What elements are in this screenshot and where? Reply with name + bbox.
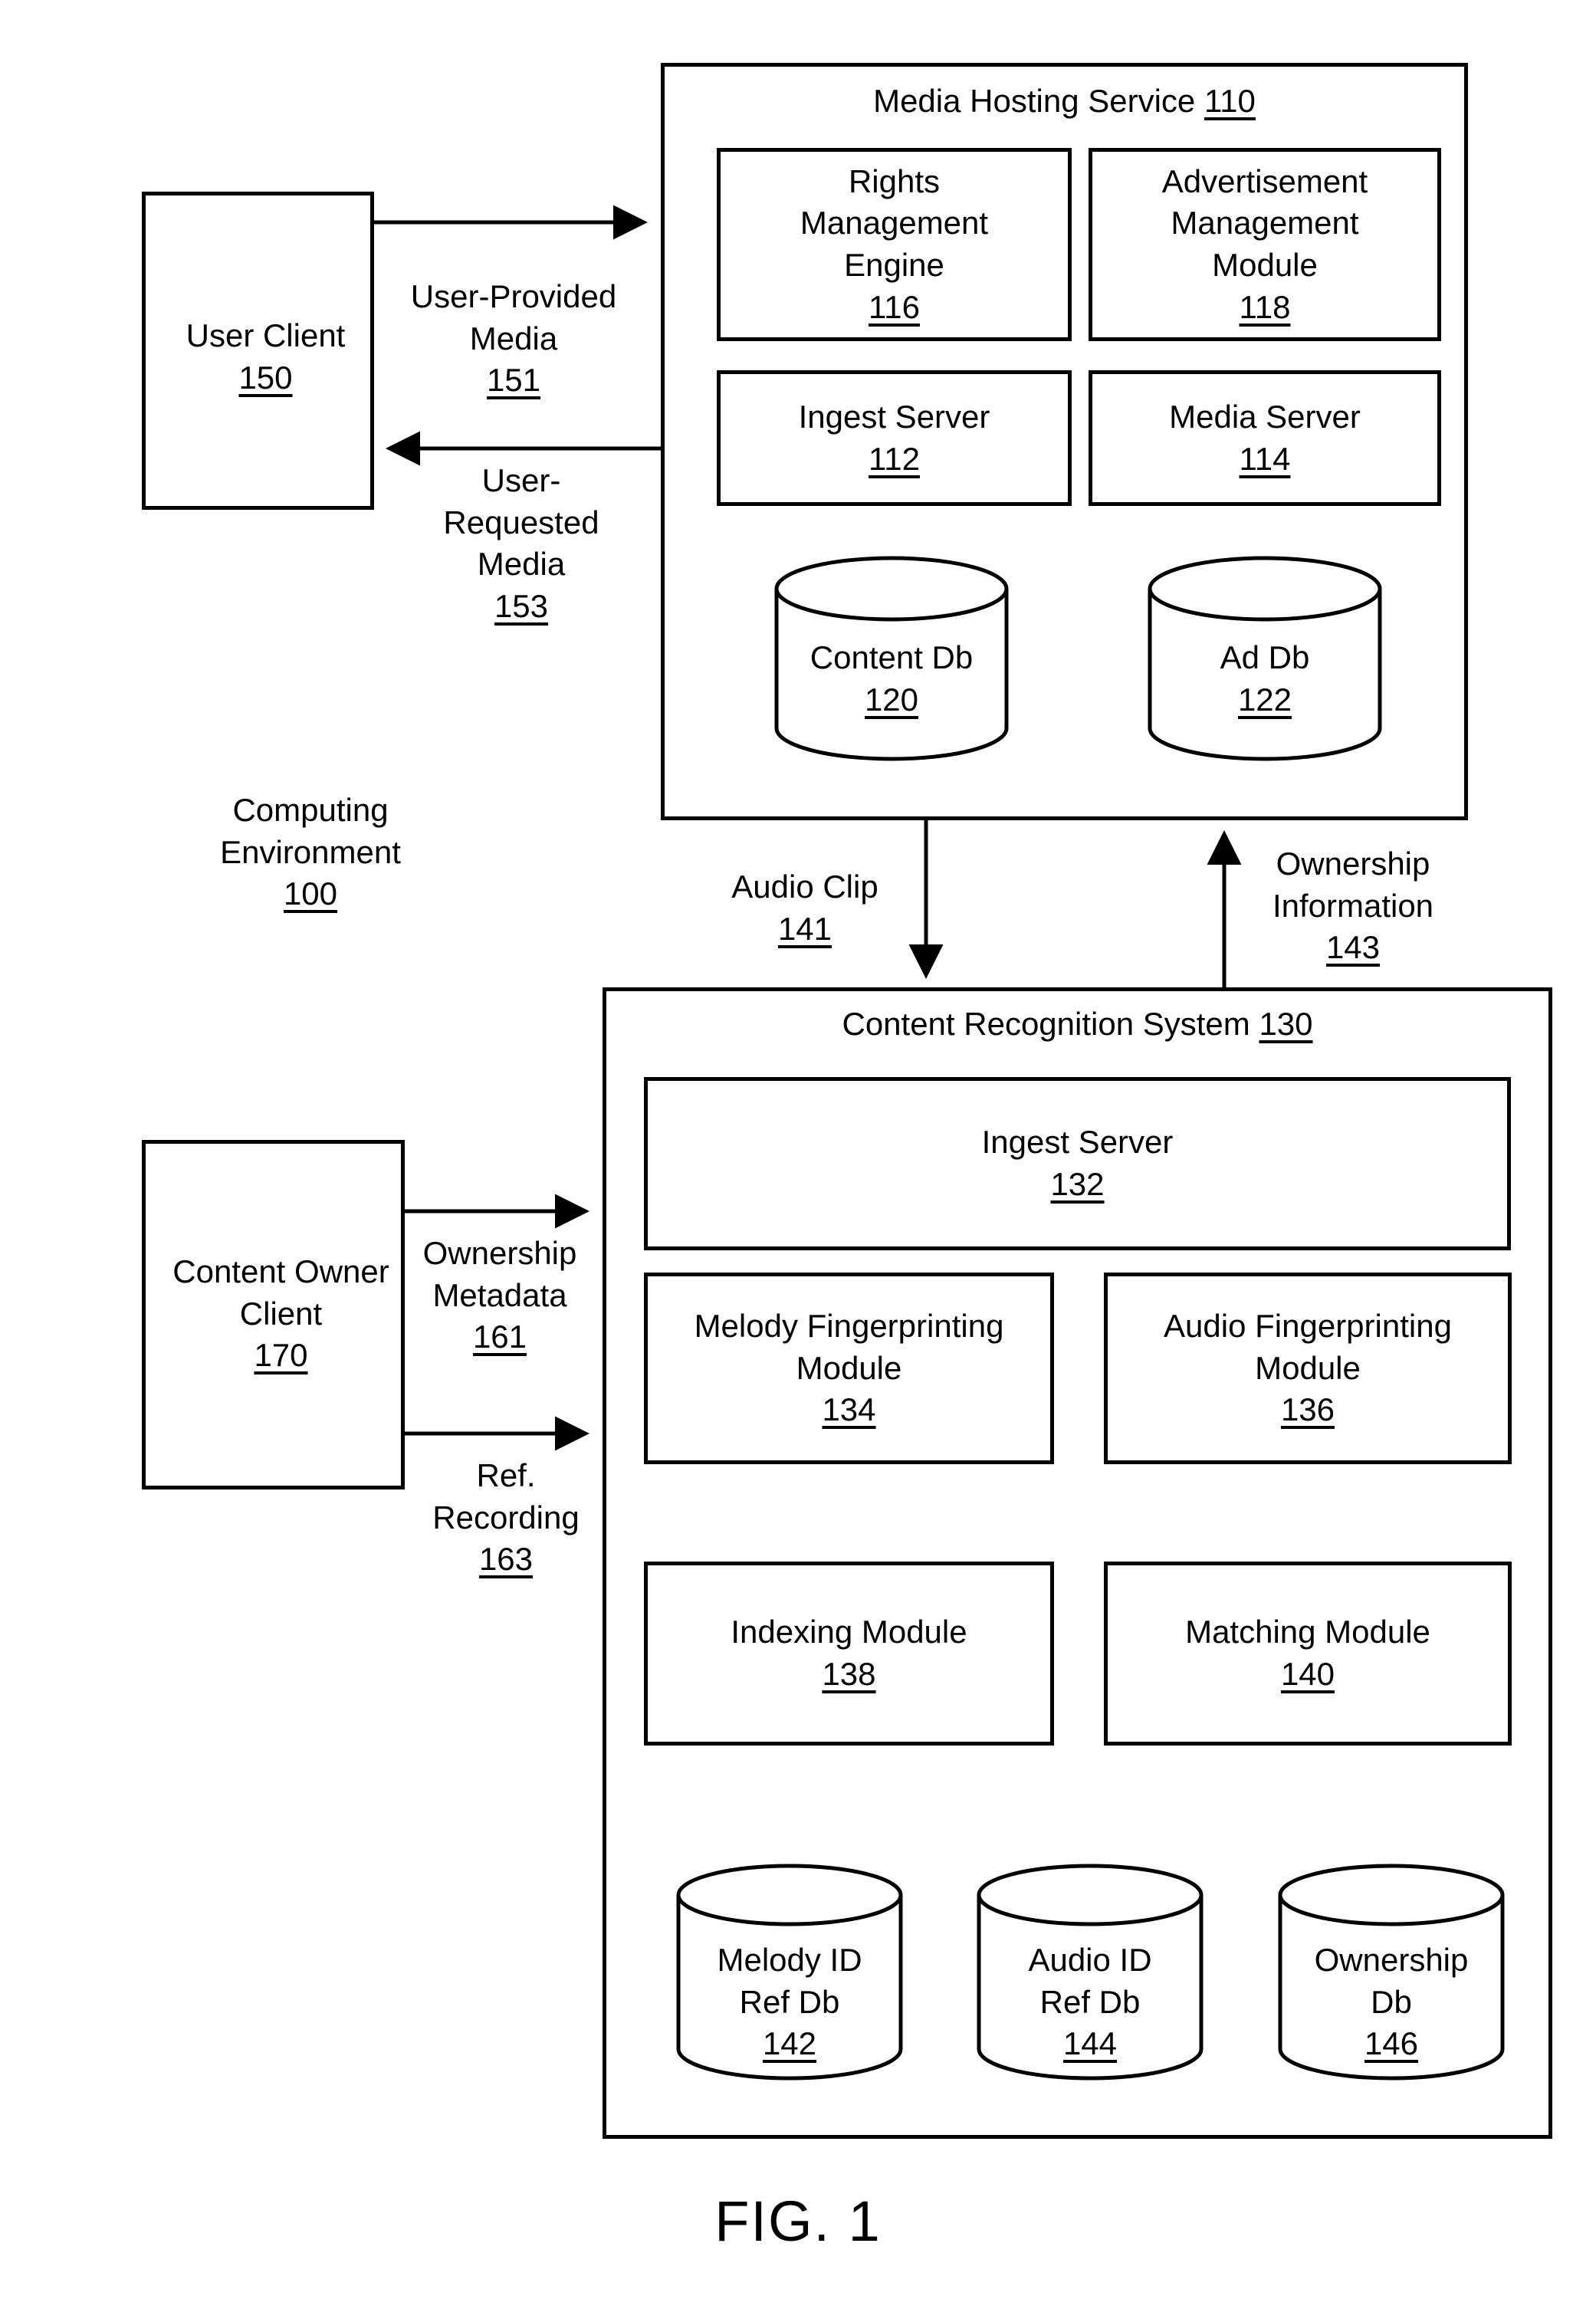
env-number: 100 [283,875,338,912]
env-line2: Environment [220,833,401,870]
rights-management-engine-box[interactable]: Rights Management Engine 116 [717,148,1072,341]
amm-number: 118 [1239,288,1291,325]
flow-153-line1: User- [481,462,561,498]
mfm-line2: Module [796,1349,902,1386]
flow-153-line3: Media [477,546,566,583]
audio-id-ref-db-cylinder[interactable]: Audio ID Ref Db 144 [975,1863,1205,2081]
afm-line2: Module [1255,1349,1361,1386]
flow-143-line1: Ownership [1276,846,1430,882]
flow-label-ownership-metadata: Ownership Metadata 161 [392,1233,607,1358]
user-client-label: User Client [186,317,346,353]
indexing-module-box[interactable]: Indexing Module 138 [644,1562,1054,1746]
matching-module-box[interactable]: Matching Module 140 [1104,1562,1512,1746]
media-server-line1: Media Server [1169,398,1361,435]
flow-143-number: 143 [1325,929,1381,966]
ownership-db-cylinder[interactable]: Ownership Db 146 [1276,1863,1506,2081]
user-client-box[interactable]: User Client 150 [142,192,374,510]
flow-151-line2: Media [469,320,558,356]
flow-label-user-provided-media: User-Provided Media 151 [387,276,640,402]
media-hosting-service-title: Media Hosting Service 110 [661,83,1468,120]
afm-number: 136 [1280,1391,1335,1428]
crs-ingest-number: 132 [1050,1166,1105,1202]
ad-db-cylinder[interactable]: Ad Db 122 [1146,554,1384,763]
rme-line3: Engine [844,247,944,283]
flow-153-number: 153 [494,587,549,624]
content-db-cylinder[interactable]: Content Db 120 [773,554,1010,763]
matching-number: 140 [1280,1656,1335,1692]
amm-line3: Module [1212,247,1318,283]
flow-151-number: 151 [486,362,541,399]
flow-label-audio-clip: Audio Clip 141 [698,866,912,950]
afm-line1: Audio Fingerprinting [1164,1308,1452,1345]
media-server-box[interactable]: Media Server 114 [1089,370,1441,506]
content-owner-client-box[interactable]: Content Owner Client 170 [142,1140,405,1489]
crs-ingest-line1: Ingest Server [981,1124,1174,1161]
coc-line2: Client [239,1295,323,1332]
amm-line1: Advertisement [1161,163,1368,199]
mhs-title-text: Media Hosting Service [873,83,1196,119]
flow-163-line1: Ref. [476,1457,536,1493]
flow-161-line1: Ownership [422,1235,577,1271]
mhs-ingest-number: 112 [869,440,920,477]
melody-fingerprinting-module-box[interactable]: Melody Fingerprinting Module 134 [644,1273,1054,1464]
flow-label-ownership-information: Ownership Information 143 [1238,843,1468,969]
crs-title-number: 130 [1259,1006,1313,1042]
flow-141-line1: Audio Clip [731,869,878,905]
figure-canvas: User Client 150 User-Provided Media 151 … [0,0,1596,2322]
mfm-number: 134 [822,1391,876,1428]
content-recognition-system-title: Content Recognition System 130 [603,1006,1552,1043]
flow-153-line2: Requested [443,504,599,540]
figure-caption: FIG. 1 [714,2189,882,2253]
flow-143-line2: Information [1272,887,1434,924]
media-server-number: 114 [1239,440,1291,477]
flow-151-line1: User-Provided [410,278,617,314]
flow-163-number: 163 [478,1541,534,1578]
rme-line1: Rights [848,163,941,199]
env-line1: Computing [232,792,389,828]
flow-141-number: 141 [777,910,832,947]
melody-id-ref-db-cylinder[interactable]: Melody ID Ref Db 142 [675,1863,905,2081]
coc-line1: Content Owner [172,1253,389,1289]
computing-environment-label: Computing Environment 100 [176,790,445,915]
amm-line2: Management [1171,205,1359,241]
flow-label-user-requested-media: User- Requested Media 153 [399,460,644,627]
crs-title-text: Content Recognition System [842,1006,1250,1042]
audio-fingerprinting-module-box[interactable]: Audio Fingerprinting Module 136 [1104,1273,1512,1464]
flow-163-line2: Recording [432,1499,580,1535]
coc-number: 170 [254,1337,308,1374]
mhs-ingest-line1: Ingest Server [798,398,990,435]
indexing-number: 138 [822,1656,876,1692]
mhs-title-number: 110 [1204,83,1256,119]
advertisement-management-module-box[interactable]: Advertisement Management Module 118 [1089,148,1441,341]
flow-label-ref-recording: Ref. Recording 163 [399,1455,613,1581]
user-client-number: 150 [238,359,293,396]
crs-ingest-server-box[interactable]: Ingest Server 132 [644,1077,1511,1250]
matching-line1: Matching Module [1185,1614,1430,1650]
flow-161-number: 161 [472,1319,527,1355]
mfm-line1: Melody Fingerprinting [694,1308,1004,1345]
rme-number: 116 [869,288,920,325]
rme-line2: Management [800,205,989,241]
mhs-ingest-server-box[interactable]: Ingest Server 112 [717,370,1072,506]
flow-161-line2: Metadata [432,1276,567,1313]
indexing-line1: Indexing Module [731,1614,967,1650]
